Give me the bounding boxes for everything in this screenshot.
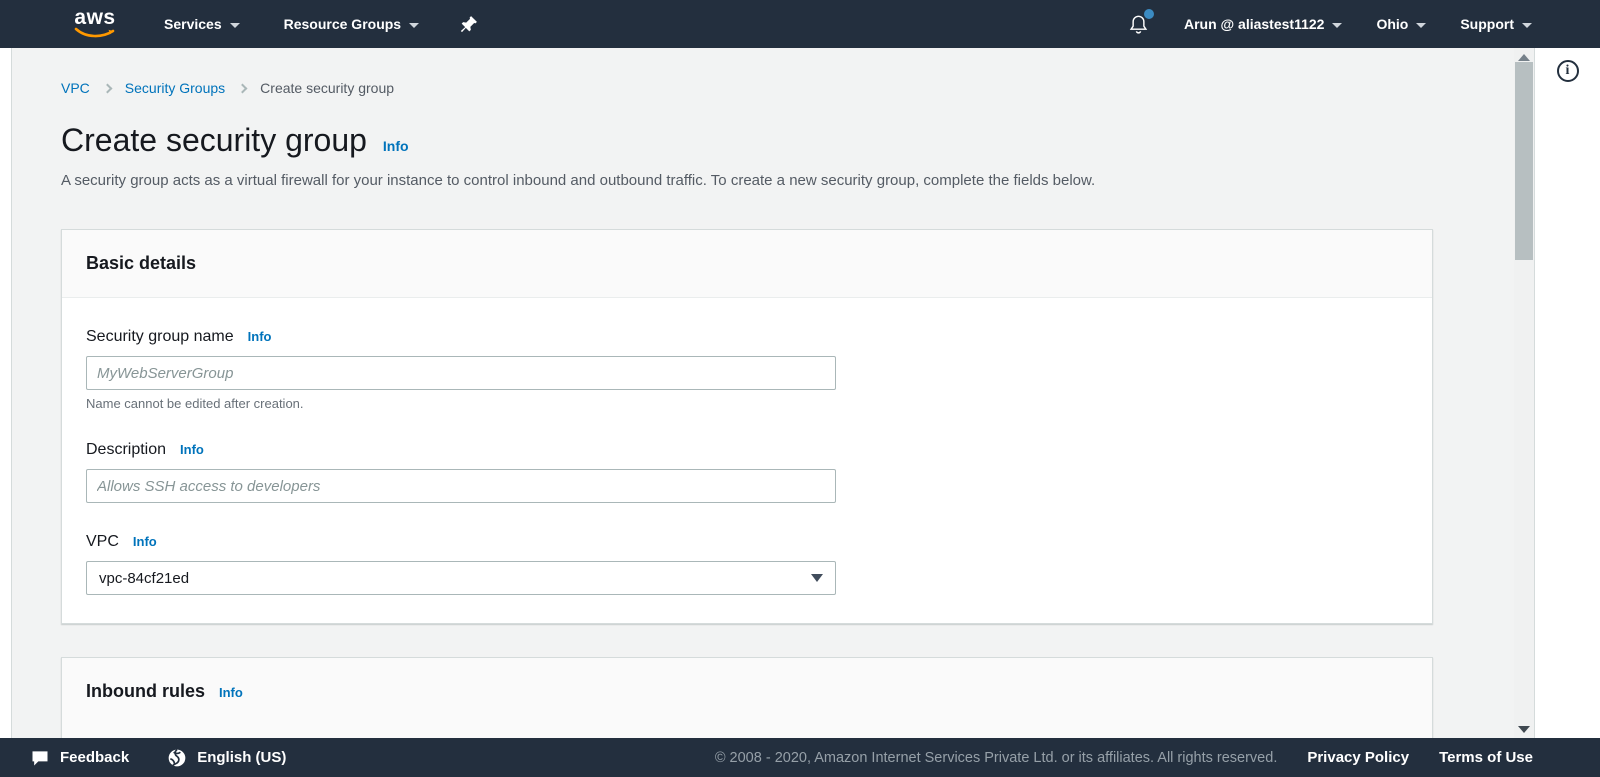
chevron-down-icon — [230, 23, 240, 28]
account-menu[interactable]: Arun @ aliastest1122 — [1184, 16, 1343, 32]
breadcrumb: VPC Security Groups Create security grou… — [61, 80, 1514, 96]
globe-icon — [167, 748, 187, 768]
speech-bubble-icon — [30, 748, 50, 768]
copyright-text: © 2008 - 2020, Amazon Internet Services … — [715, 750, 1278, 766]
security-group-name-helper: Name cannot be edited after creation. — [86, 396, 1408, 411]
pin-shortcut-button[interactable] — [459, 13, 479, 35]
notification-badge — [1144, 9, 1154, 19]
aws-smile-icon — [74, 27, 116, 39]
description-field-group: Description Info — [86, 441, 1408, 503]
basic-details-header: Basic details — [62, 230, 1432, 298]
chevron-right-icon — [238, 83, 248, 93]
inbound-rules-info-link[interactable]: Info — [219, 685, 243, 700]
description-info-link[interactable]: Info — [180, 442, 204, 457]
breadcrumb-security-groups-link[interactable]: Security Groups — [125, 80, 225, 96]
feedback-button[interactable]: Feedback — [30, 748, 129, 768]
terms-of-use-link[interactable]: Terms of Use — [1439, 749, 1533, 766]
inbound-rules-header: Inbound rules Info — [62, 658, 1432, 725]
page-description: A security group acts as a virtual firew… — [61, 172, 1514, 189]
help-panel-strip: i — [1535, 48, 1600, 738]
vpc-field-group: VPC Info vpc-84cf21ed — [86, 533, 1408, 595]
inbound-rules-title: Inbound rules — [86, 679, 205, 704]
basic-details-card: Basic details Security group name Info N… — [61, 229, 1433, 624]
inbound-rules-body — [62, 725, 1432, 738]
chevron-right-icon — [102, 83, 112, 93]
page-title-info-link[interactable]: Info — [383, 138, 409, 154]
language-selector[interactable]: English (US) — [167, 748, 286, 768]
scrollbar-down-arrow-icon[interactable] — [1518, 726, 1530, 733]
description-input[interactable] — [86, 469, 836, 503]
collapsed-side-panel — [0, 48, 12, 738]
aws-logo[interactable]: aws — [74, 9, 116, 39]
services-menu[interactable]: Services — [164, 16, 240, 32]
content-area: VPC Security Groups Create security grou… — [12, 48, 1514, 738]
region-menu[interactable]: Ohio — [1376, 16, 1426, 32]
chevron-down-icon — [1522, 23, 1532, 28]
top-navbar: aws Services Resource Groups Aru — [0, 0, 1600, 48]
notifications-button[interactable] — [1127, 12, 1150, 36]
resource-groups-menu[interactable]: Resource Groups — [284, 16, 419, 32]
chevron-down-icon — [1332, 23, 1342, 28]
support-menu[interactable]: Support — [1460, 16, 1532, 32]
privacy-policy-link[interactable]: Privacy Policy — [1307, 749, 1409, 766]
info-circle-icon[interactable]: i — [1557, 60, 1579, 82]
breadcrumb-current: Create security group — [260, 80, 394, 96]
page-title: Create security group — [61, 122, 367, 158]
vpc-label: VPC — [86, 533, 119, 551]
breadcrumb-vpc-link[interactable]: VPC — [61, 80, 90, 96]
inbound-rules-card: Inbound rules Info — [61, 657, 1433, 738]
pushpin-icon — [459, 13, 479, 35]
vertical-scrollbar[interactable] — [1514, 48, 1535, 738]
chevron-down-icon — [1416, 23, 1426, 28]
main-area: VPC Security Groups Create security grou… — [0, 48, 1600, 738]
footer-bar: Feedback English (US) © 2008 - 2020, Ama… — [0, 738, 1600, 777]
vpc-info-link[interactable]: Info — [133, 534, 157, 549]
security-group-name-field-group: Security group name Info Name cannot be … — [86, 328, 1408, 411]
aws-logo-text: aws — [74, 9, 115, 27]
description-label: Description — [86, 441, 166, 459]
security-group-name-input[interactable] — [86, 356, 836, 390]
security-group-name-label: Security group name — [86, 328, 234, 346]
chevron-down-icon — [409, 23, 419, 28]
scrollbar-thumb[interactable] — [1515, 62, 1533, 260]
basic-details-title: Basic details — [86, 251, 196, 276]
vpc-select[interactable]: vpc-84cf21ed — [86, 561, 836, 595]
security-group-name-info-link[interactable]: Info — [248, 329, 272, 344]
scrollbar-up-arrow-icon[interactable] — [1518, 54, 1530, 61]
vpc-selected-value: vpc-84cf21ed — [99, 570, 189, 587]
select-caret-icon — [811, 574, 823, 582]
